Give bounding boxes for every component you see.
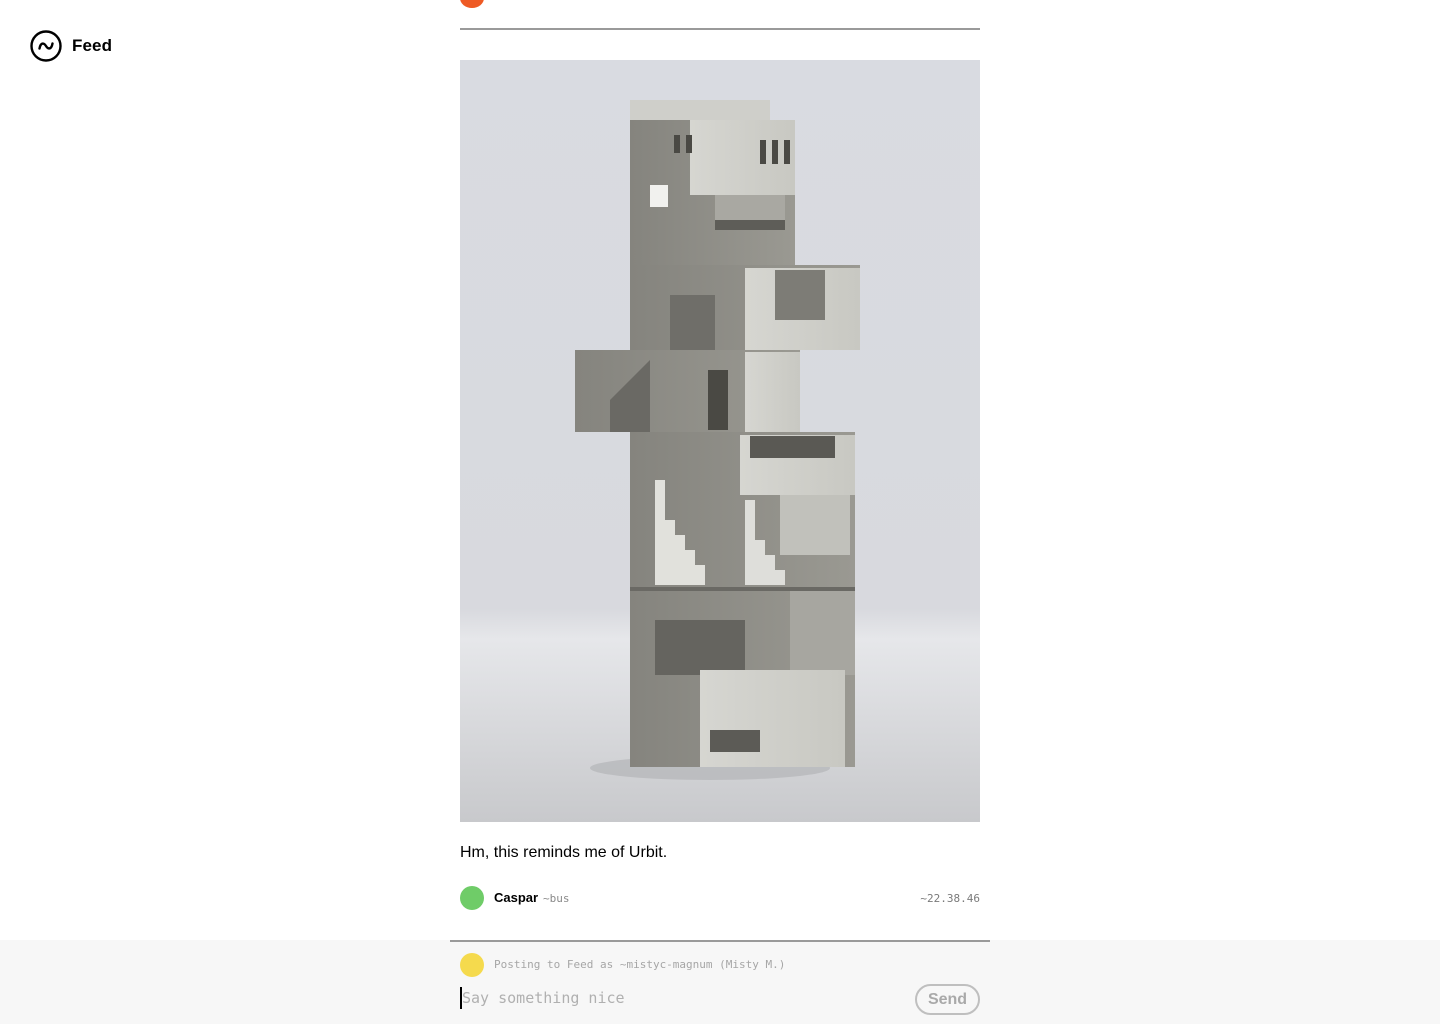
composer-context: Posting to Feed as ~mistyc-magnum (Misty… [494,958,786,971]
post-meta: Caspar ~bus ~22.38.46 [460,886,980,910]
app-header: Feed [30,30,112,62]
author-name[interactable]: Caspar [494,889,538,907]
feed: Hm, this reminds me of Urbit. Caspar ~bu… [460,0,980,940]
composer-avatar [460,953,484,977]
post-body: Hm, this reminds me of Urbit. [460,844,668,861]
composer-input[interactable] [460,987,902,1009]
previous-post-avatar [460,0,484,8]
composer: Posting to Feed as ~mistyc-magnum (Misty… [0,940,1440,1024]
post-timestamp: ~22.38.46 [920,892,980,905]
post-image[interactable] [460,60,980,822]
concrete-sculpture-illustration [460,60,980,822]
previous-post-partial [460,0,980,8]
author-ship[interactable]: ~bus [543,890,570,908]
author-avatar[interactable] [460,886,484,910]
post-divider [460,28,980,30]
composer-divider [450,940,990,942]
tilde-circle-icon[interactable] [30,30,62,62]
app-title[interactable]: Feed [72,36,112,56]
send-button[interactable]: Send [915,984,980,1015]
